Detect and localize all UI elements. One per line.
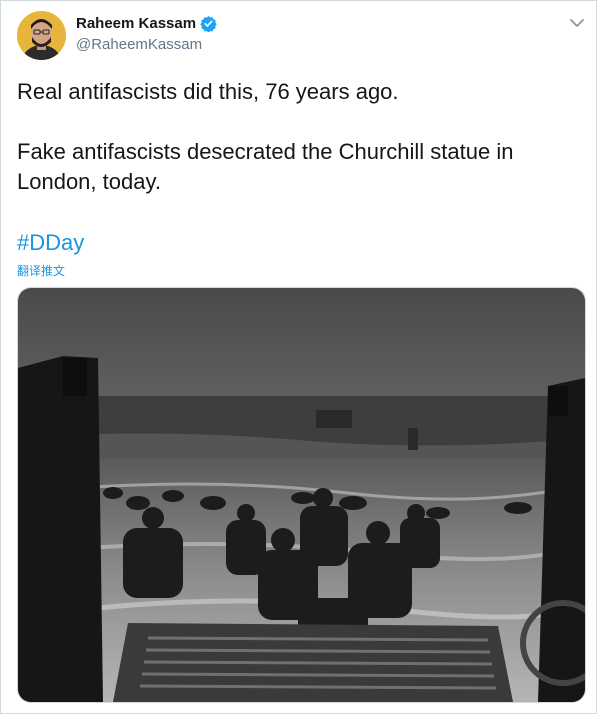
tweet-line: London, today. (17, 169, 161, 194)
dday-landing-photo (18, 288, 585, 702)
chevron-down-icon[interactable] (567, 13, 587, 33)
user-handle[interactable]: @RaheemKassam (76, 36, 202, 53)
avatar-image (17, 11, 66, 60)
tweet-line: Real antifascists did this, 76 years ago… (17, 79, 399, 104)
verified-badge-icon (200, 15, 217, 33)
hashtag-link[interactable]: #DDay (17, 229, 84, 257)
author-row: Raheem Kassam (76, 15, 217, 33)
tweet-line: Fake antifascists desecrated the Churchi… (17, 139, 514, 164)
tweet-photo[interactable] (17, 287, 586, 703)
tweet-card: Raheem Kassam @RaheemKassam Real antifas… (0, 0, 597, 714)
display-name[interactable]: Raheem Kassam (76, 15, 196, 32)
avatar[interactable] (17, 11, 66, 60)
tweet-text: Real antifascists did this, 76 years ago… (17, 77, 577, 197)
translate-tweet-link[interactable]: 翻译推文 (17, 262, 65, 279)
